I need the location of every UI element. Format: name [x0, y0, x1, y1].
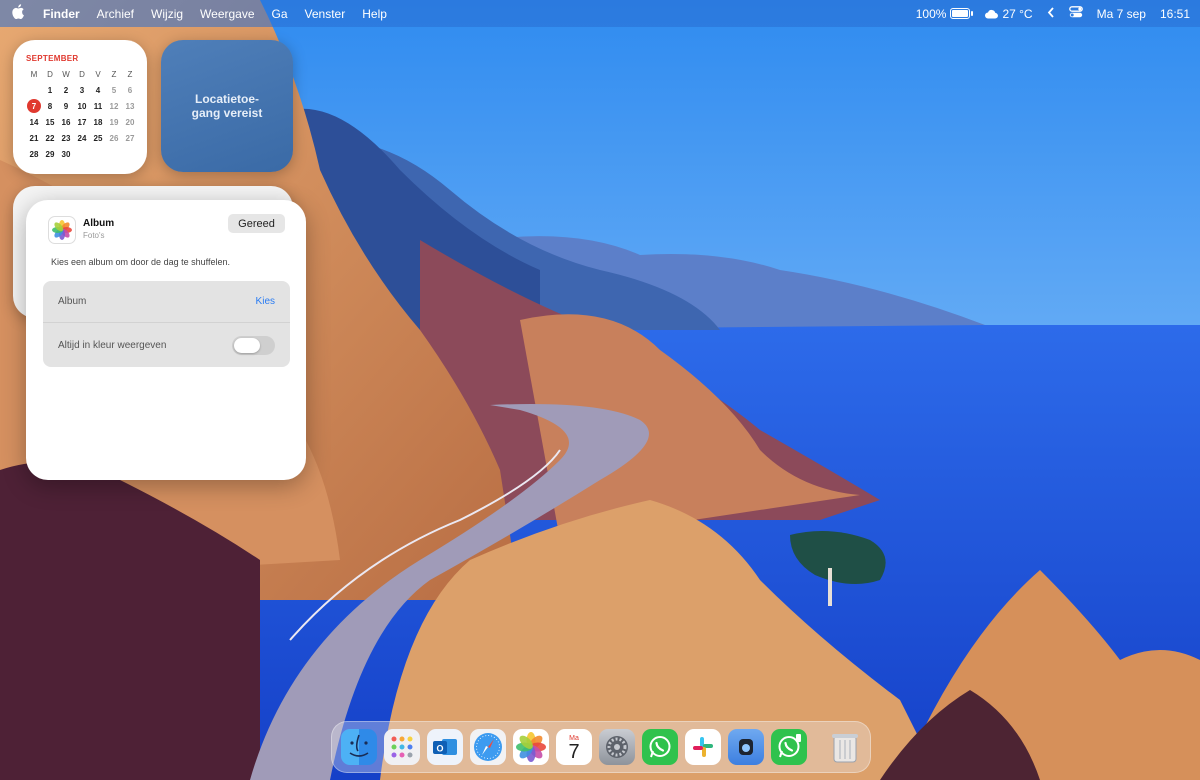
dock: O Ma 7	[331, 721, 871, 773]
menu-archief[interactable]: Archief	[97, 7, 134, 21]
temperature: 27 °C	[1002, 6, 1033, 21]
calendar-day[interactable]: 29	[42, 146, 58, 162]
color-row: Altijd in kleur weergeven	[43, 324, 290, 366]
trash-icon[interactable]	[827, 729, 863, 765]
calendar-grid: M D W D V Z Z 1 2 3 4 5 6 7 8 9 10 11 12 13 14 15 16 17 18 19 20 21…	[26, 66, 135, 162]
finder-icon[interactable]	[341, 729, 377, 765]
battery-status[interactable]: 100%	[915, 6, 974, 21]
menu-bar: Finder Archief Wijzig Weergave Ga Venste…	[0, 0, 1200, 27]
weather-status[interactable]: 27 °C	[984, 6, 1033, 21]
calendar-day[interactable]: 5	[106, 82, 122, 98]
calendar-day	[90, 146, 106, 162]
calendar-icon[interactable]: Ma 7	[556, 729, 592, 765]
menu-date[interactable]: Ma 7 sep	[1097, 7, 1146, 21]
calendar-day	[26, 82, 42, 98]
album-widget-editor: Album Foto's Gereed Kies een album om do…	[26, 200, 306, 480]
safari-icon[interactable]	[470, 729, 506, 765]
calendar-day[interactable]: 16	[58, 114, 74, 130]
calendar-day[interactable]: 14	[26, 114, 42, 130]
widget-subtitle: Foto's	[83, 231, 105, 240]
widget-title: Album	[83, 218, 115, 229]
widget-description: Kies een album om door de dag te shuffel…	[51, 257, 230, 267]
calendar-day[interactable]: 2	[58, 82, 74, 98]
toggle-knob	[234, 337, 260, 353]
calendar-weekday: V	[95, 69, 101, 79]
outlook-icon[interactable]: O	[427, 729, 463, 765]
control-center-icon[interactable]	[1068, 6, 1083, 21]
calendar-day[interactable]: 1	[42, 82, 58, 98]
album-row[interactable]: Album Kies	[43, 281, 290, 323]
menu-weergave[interactable]: Weergave	[200, 7, 254, 21]
calendar-day[interactable]: 20	[122, 114, 138, 130]
calendar-day-number: 7	[568, 740, 580, 763]
calendar-day[interactable]: 8	[42, 98, 58, 114]
chevron-left-icon[interactable]	[1047, 6, 1055, 21]
calendar-day[interactable]: 25	[90, 130, 106, 146]
calendar-day[interactable]: 19	[106, 114, 122, 130]
calendar-day[interactable]: 3	[74, 82, 90, 98]
calendar-day[interactable]: 26	[106, 130, 122, 146]
calendar-day[interactable]: 18	[90, 114, 106, 130]
calendar-day[interactable]: 27	[122, 130, 138, 146]
calendar-weekday: D	[47, 69, 53, 79]
photos-app-icon	[48, 216, 76, 244]
cloud-icon	[985, 9, 999, 19]
settings-gear-icon[interactable]	[599, 729, 635, 765]
menu-wijzig[interactable]: Wijzig	[151, 7, 183, 21]
weather-widget[interactable]: Locatietoe-gang vereist	[161, 40, 293, 172]
done-button[interactable]: Gereed	[228, 214, 285, 233]
calendar-day[interactable]: 28	[26, 146, 42, 162]
apple-logo-icon[interactable]	[10, 4, 26, 23]
calendar-day[interactable]: 22	[42, 130, 58, 146]
color-toggle[interactable]	[232, 335, 275, 355]
calendar-day[interactable]: 11	[90, 98, 106, 114]
calendar-day	[74, 146, 90, 162]
calendar-day[interactable]: 6	[122, 82, 138, 98]
battery-percent: 100%	[915, 6, 947, 21]
calendar-today[interactable]: 7	[27, 99, 41, 113]
calendar-widget[interactable]: SEPTEMBER M D W D V Z Z 1 2 3 4 5 6 7 8 9 10 11 12 13 14 15 16…	[13, 40, 147, 174]
calendar-day	[106, 146, 122, 162]
calendar-weekday: Z	[111, 69, 117, 79]
calendar-day[interactable]: 4	[90, 82, 106, 98]
menu-help[interactable]: Help	[362, 7, 387, 21]
launchpad-icon[interactable]	[384, 729, 420, 765]
calendar-weekday: D	[79, 69, 85, 79]
svg-text:O: O	[436, 744, 443, 754]
calendar-weekday: M	[30, 69, 38, 79]
calendar-day[interactable]: 12	[106, 98, 122, 114]
settings-panel: Album Kies Altijd in kleur weergeven	[43, 281, 290, 367]
menu-ga[interactable]: Ga	[272, 7, 288, 21]
slack-icon[interactable]	[685, 729, 721, 765]
menu-venster[interactable]: Venster	[305, 7, 346, 21]
calendar-day[interactable]: 10	[74, 98, 90, 114]
calendar-day[interactable]: 21	[26, 130, 42, 146]
calendar-day[interactable]: 23	[58, 130, 74, 146]
album-label: Album	[58, 296, 87, 307]
location-required-text: Locatietoe-gang vereist	[191, 92, 263, 120]
calendar-day[interactable]: 15	[42, 114, 58, 130]
calendar-day[interactable]: 24	[74, 130, 90, 146]
whatsapp-icon[interactable]	[642, 729, 678, 765]
color-label: Altijd in kleur weergeven	[58, 339, 167, 351]
calendar-weekday: W	[62, 69, 70, 79]
battery-icon	[950, 8, 974, 19]
menu-app-name[interactable]: Finder	[43, 7, 80, 21]
app-icon[interactable]	[728, 729, 764, 765]
choose-album-link[interactable]: Kies	[256, 296, 275, 307]
calendar-day[interactable]: 17	[74, 114, 90, 130]
calendar-day[interactable]: 9	[58, 98, 74, 114]
photos-icon[interactable]	[513, 729, 549, 765]
whatsapp-beta-icon[interactable]	[771, 729, 807, 765]
calendar-day[interactable]: 30	[58, 146, 74, 162]
calendar-day	[122, 146, 138, 162]
calendar-day[interactable]: 13	[122, 98, 138, 114]
calendar-month: SEPTEMBER	[26, 54, 79, 63]
menu-time[interactable]: 16:51	[1160, 7, 1190, 21]
calendar-weekday: Z	[127, 69, 133, 79]
